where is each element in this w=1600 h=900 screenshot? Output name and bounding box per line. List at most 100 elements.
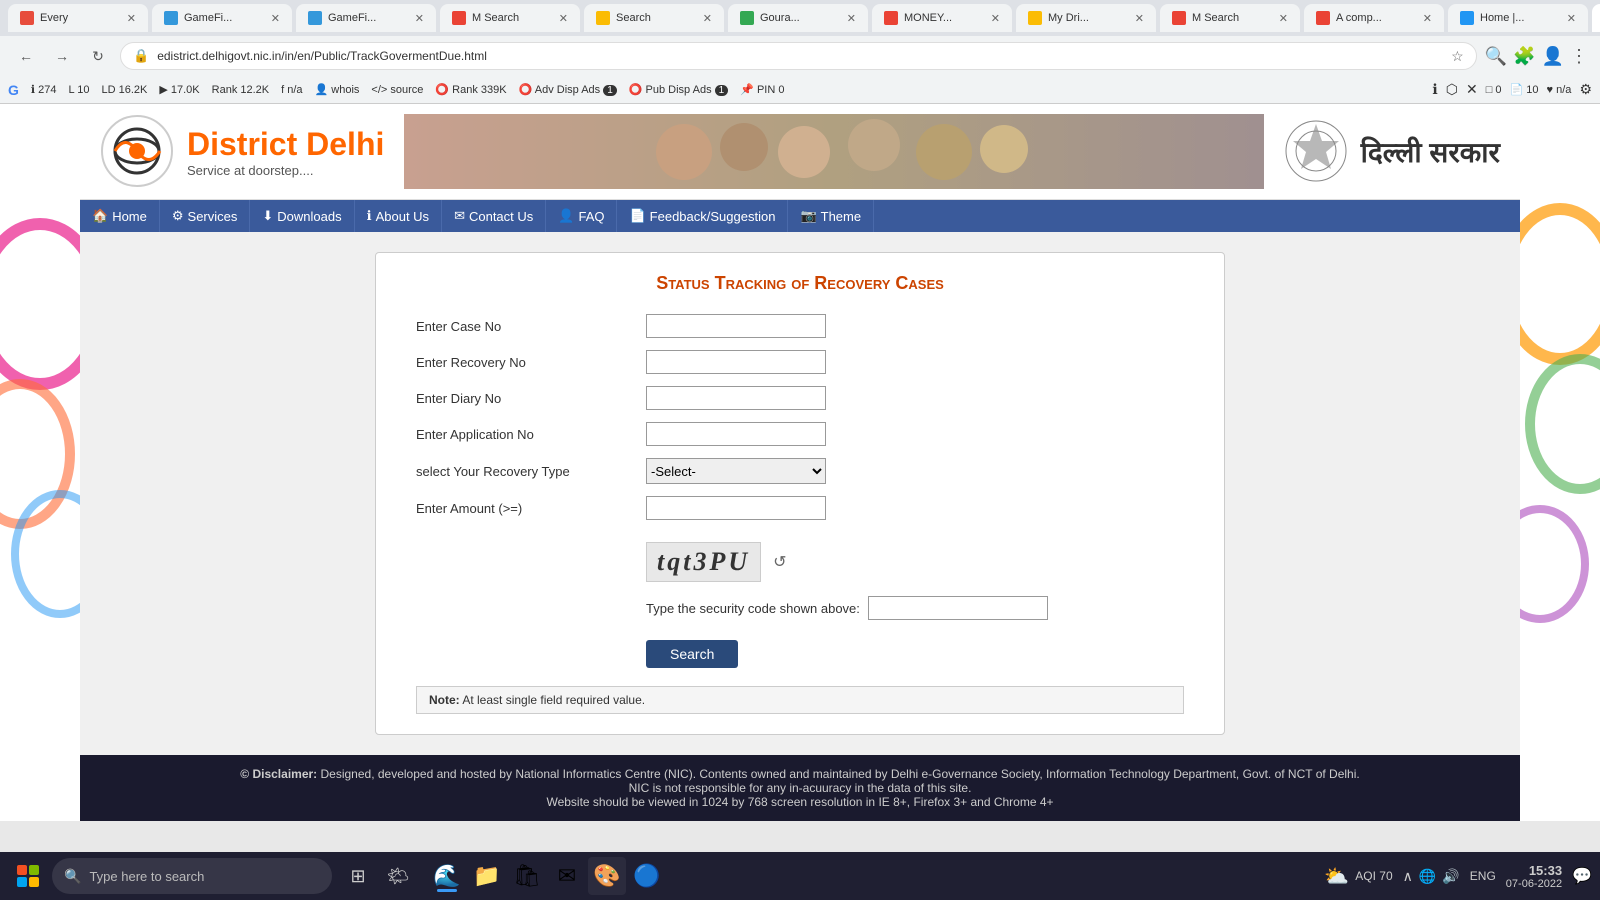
close-icon[interactable]: ✕ — [271, 12, 280, 25]
tab-12-active[interactable]: Welco... ✕ — [1592, 4, 1600, 32]
tab-10[interactable]: A comp... ✕ — [1304, 4, 1444, 32]
taskbar-app-explorer[interactable]: 📁 — [468, 857, 506, 895]
taskbar-search-placeholder: Type here to search — [89, 869, 204, 884]
close-icon[interactable]: ✕ — [415, 12, 424, 25]
close-icon[interactable]: ✕ — [991, 12, 1000, 25]
search-button[interactable]: Search — [646, 640, 738, 668]
close-icon[interactable]: ✕ — [1279, 12, 1288, 25]
tab-5[interactable]: Search ✕ — [584, 4, 724, 32]
start-button[interactable] — [8, 856, 48, 896]
reload-button[interactable]: ↻ — [84, 42, 112, 70]
ext-fb[interactable]: f n/a — [281, 84, 302, 96]
close-icon[interactable]: ✕ — [1135, 12, 1144, 25]
taskbar-app-store[interactable]: 🛍 — [508, 857, 546, 895]
ext-ld[interactable]: LD 16.2K — [102, 84, 148, 96]
note-bar: Note: At least single field required val… — [416, 686, 1184, 714]
close-icon[interactable]: ✕ — [703, 12, 712, 25]
tab-11[interactable]: Home |... ✕ — [1448, 4, 1588, 32]
tray-sound-icon[interactable]: 🔊 — [1442, 868, 1459, 885]
ext-rank2[interactable]: ⭕ Rank 339K — [435, 83, 506, 96]
close-icon[interactable]: ✕ — [1423, 12, 1432, 25]
left-decoration — [0, 104, 80, 821]
nav-feedback[interactable]: 📄 Feedback/Suggestion — [617, 200, 788, 232]
taskbar-app-creative[interactable]: 🎨 — [588, 857, 626, 895]
close-icon[interactable]: ✕ — [559, 12, 568, 25]
recovery-no-input[interactable] — [646, 350, 826, 374]
ext-rank[interactable]: Rank 12.2K — [212, 84, 269, 96]
extensions-icon[interactable]: 🧩 — [1513, 46, 1535, 67]
profile-icon[interactable]: 👤 — [1542, 46, 1564, 67]
weather-widget[interactable]: ⛅ AQI 70 — [1324, 864, 1392, 889]
captcha-image: tqt3PU — [646, 542, 761, 582]
ext-adv[interactable]: ⭕ Adv Disp Ads 1 — [519, 83, 617, 96]
tab-3[interactable]: GameFi... ✕ — [296, 4, 436, 32]
amount-input[interactable] — [646, 496, 826, 520]
application-no-input[interactable] — [646, 422, 826, 446]
nav-downloads[interactable]: ⬇ Downloads — [250, 200, 354, 232]
captcha-input[interactable] — [868, 596, 1048, 620]
win-sq-1 — [17, 865, 27, 875]
diary-no-label: Enter Diary No — [416, 391, 646, 406]
ext-p[interactable]: ▶ 17.0K — [159, 83, 199, 96]
header-banner — [404, 114, 1263, 189]
tab-1[interactable]: Every ✕ — [8, 4, 148, 32]
recovery-type-select[interactable]: -Select- — [646, 458, 826, 484]
nav-faq[interactable]: 👤 FAQ — [546, 200, 617, 232]
nav-downloads-label: Downloads — [277, 209, 341, 224]
case-no-input[interactable] — [646, 314, 826, 338]
close-icon[interactable]: ✕ — [847, 12, 856, 25]
taskbar-app-edge[interactable]: 🌊 — [428, 857, 466, 895]
forward-button[interactable]: → — [48, 42, 76, 70]
tab-8[interactable]: My Dri... ✕ — [1016, 4, 1156, 32]
ext-pub[interactable]: ⭕ Pub Disp Ads 1 — [629, 83, 728, 96]
close-icon[interactable]: ✕ — [127, 12, 136, 25]
ext-274[interactable]: ℹ 274 — [31, 83, 57, 96]
nav-contact[interactable]: ✉ Contact Us — [442, 200, 546, 232]
nav-services[interactable]: ⚙ Services — [160, 200, 251, 232]
tab-7[interactable]: MONEY... ✕ — [872, 4, 1012, 32]
back-button[interactable]: ← — [12, 42, 40, 70]
widgets-icon[interactable]: 🌤 — [380, 858, 416, 894]
amount-label: Enter Amount (>=) — [416, 501, 646, 516]
captcha-label: Type the security code shown above: — [646, 601, 860, 616]
faq-icon: 👤 — [558, 208, 574, 224]
ext-whois[interactable]: 👤 whois — [315, 83, 360, 96]
ext-source[interactable]: </> source — [371, 84, 423, 96]
taskbar-apps: 🌊 📁 🛍 ✉ 🎨 🔵 — [428, 857, 666, 895]
tray-network-icon[interactable]: 🌐 — [1419, 868, 1436, 885]
star-icon[interactable]: ☆ — [1451, 48, 1464, 65]
ext-right-2[interactable]: ⬡ — [1446, 81, 1458, 98]
clock-date: 07-06-2022 — [1506, 878, 1562, 890]
disclaimer-label: © Disclaimer: — [240, 767, 317, 781]
nav-about[interactable]: ℹ About Us — [355, 200, 442, 232]
tab-2[interactable]: GameFi... ✕ — [152, 4, 292, 32]
search-icon[interactable]: 🔍 — [1485, 46, 1507, 67]
tray-up-icon[interactable]: ∧ — [1403, 868, 1413, 885]
notification-icon[interactable]: 💬 — [1572, 866, 1592, 886]
address-bar[interactable]: 🔒 edistrict.delhigovt.nic.in/in/en/Publi… — [120, 42, 1477, 70]
application-no-label: Enter Application No — [416, 427, 646, 442]
ext-right-1[interactable]: ℹ — [1432, 81, 1437, 98]
nav-home[interactable]: 🏠 Home — [80, 200, 160, 232]
taskbar-search-box[interactable]: 🔍 Type here to search — [52, 858, 332, 894]
ext-l[interactable]: L 10 — [68, 84, 89, 96]
taskbar-app-chrome[interactable]: 🔵 — [628, 857, 666, 895]
ext-heart: ♥ n/a — [1547, 84, 1572, 96]
search-button-row: Search — [416, 630, 1184, 678]
tab-4[interactable]: M Search ✕ — [440, 4, 580, 32]
task-view-icon[interactable]: ⊞ — [340, 858, 376, 894]
ext-right-3[interactable]: ✕ — [1466, 81, 1478, 98]
close-icon[interactable]: ✕ — [1567, 12, 1576, 25]
tab-9[interactable]: M Search ✕ — [1160, 4, 1300, 32]
diary-no-input[interactable] — [646, 386, 826, 410]
nav-theme[interactable]: 📷 Theme — [788, 200, 874, 232]
taskbar-app-mail[interactable]: ✉ — [548, 857, 586, 895]
right-deco-svg — [1520, 104, 1600, 684]
menu-icon[interactable]: ⋮ — [1570, 46, 1588, 67]
clock[interactable]: 15:33 07-06-2022 — [1506, 863, 1562, 890]
website-frame: District Delhi Service at doorstep.... — [80, 104, 1520, 821]
ext-pin[interactable]: 📌 PIN 0 — [740, 83, 784, 96]
captcha-refresh-icon[interactable]: ↺ — [773, 552, 786, 572]
tab-6[interactable]: Goura... ✕ — [728, 4, 868, 32]
ext-gear[interactable]: ⚙ — [1579, 81, 1592, 98]
